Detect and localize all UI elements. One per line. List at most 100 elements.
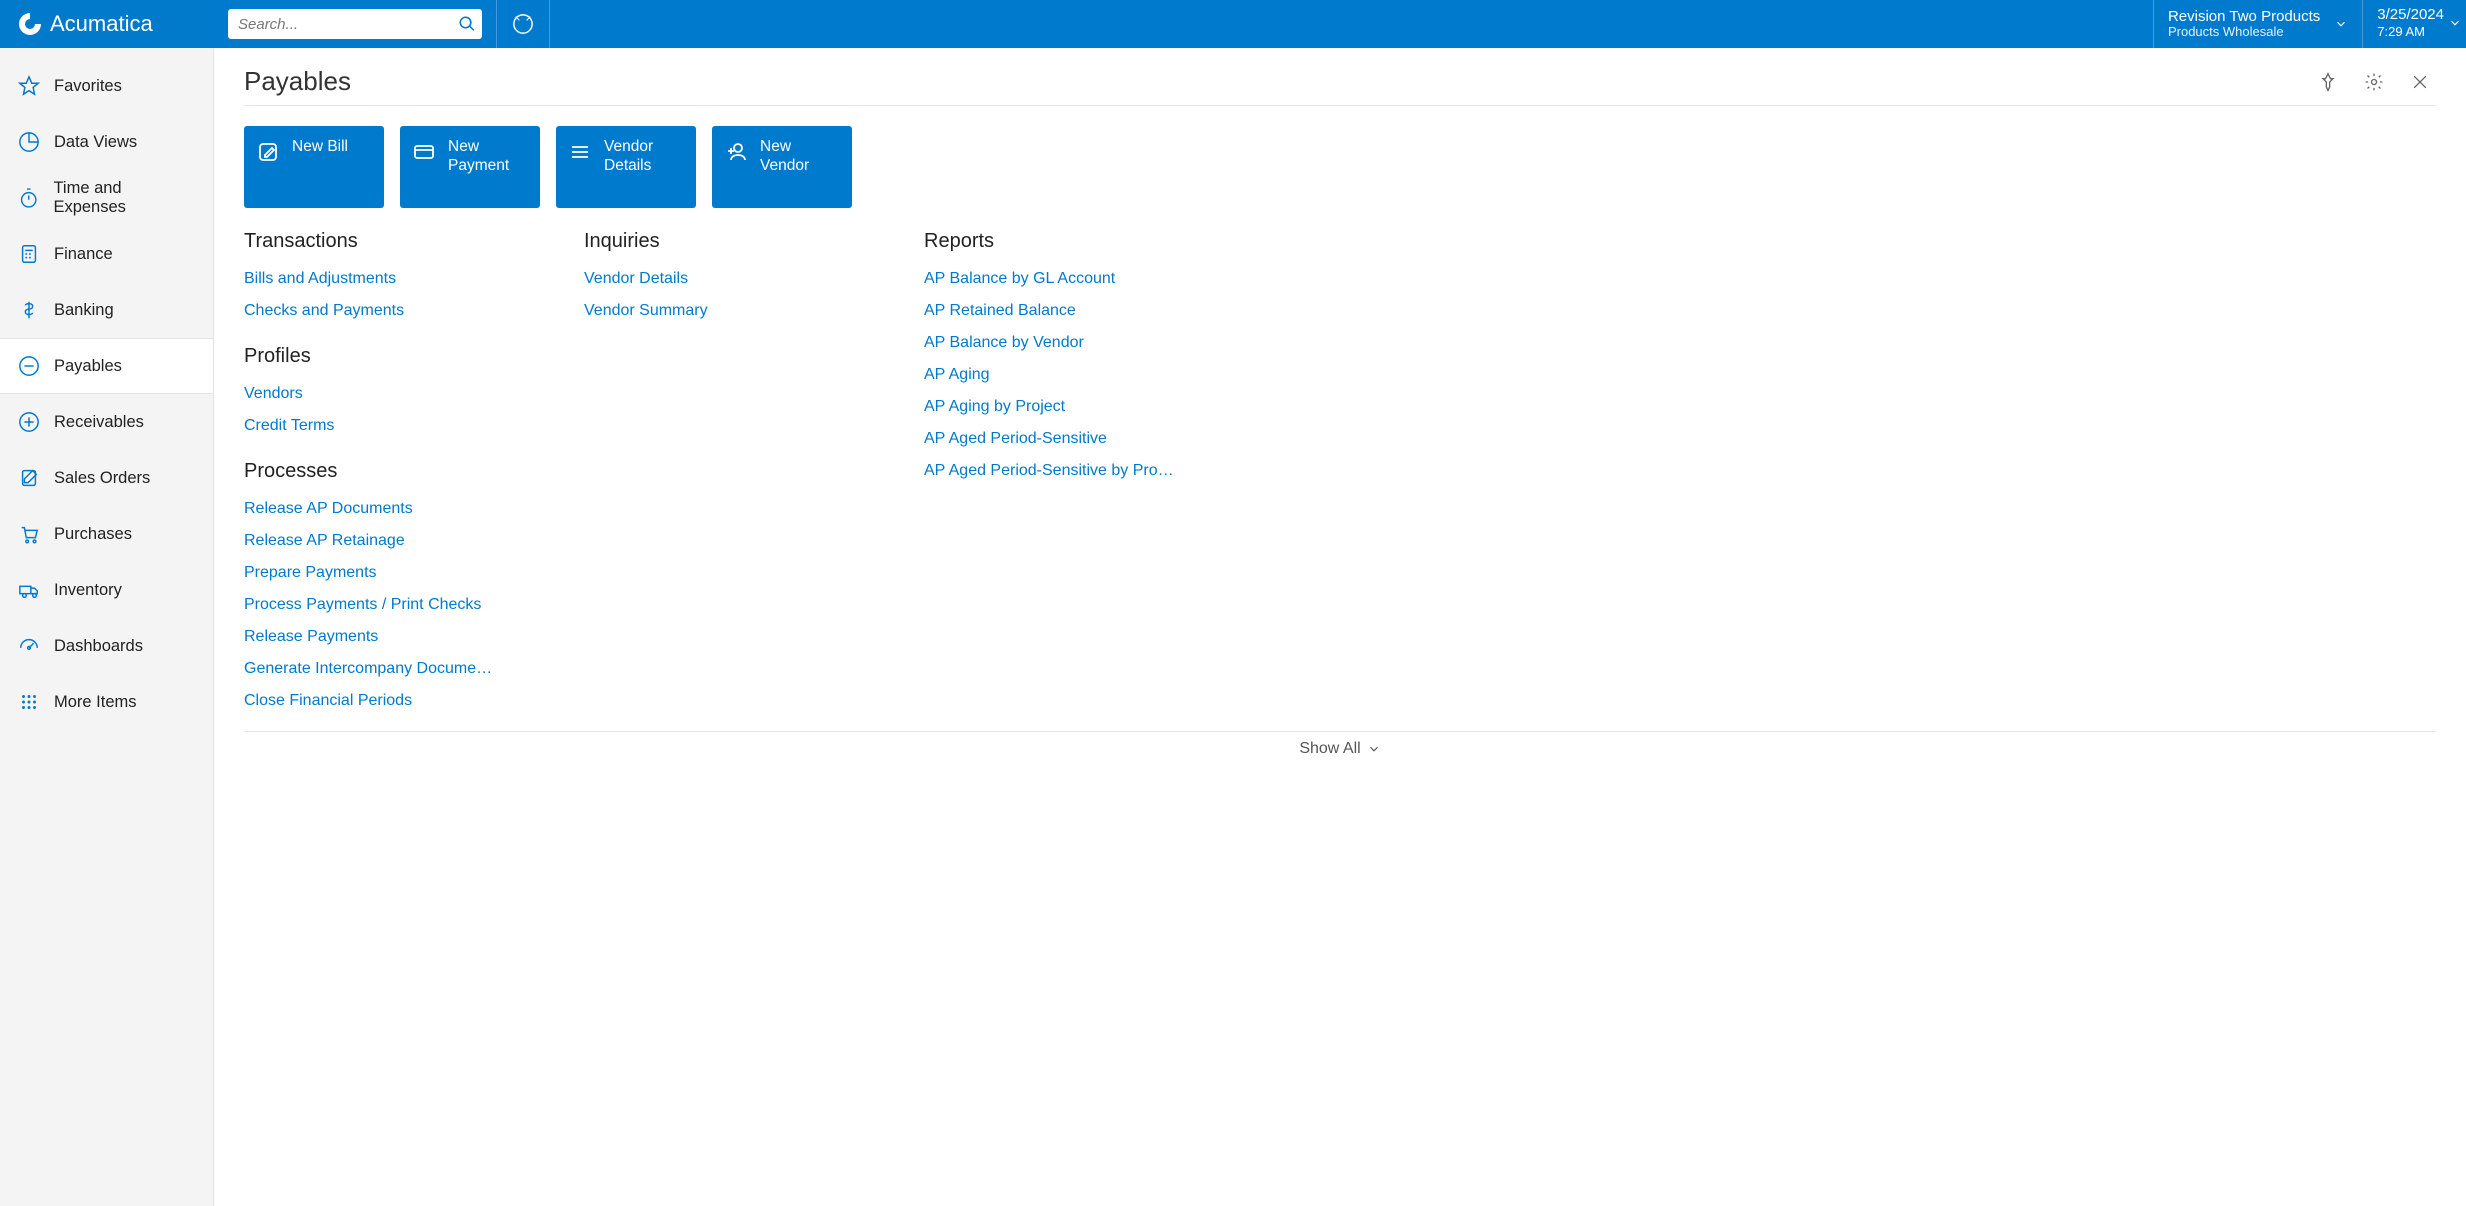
brand[interactable]: Acumatica bbox=[0, 0, 214, 48]
link[interactable]: Checks and Payments bbox=[244, 295, 504, 327]
link-columns: Transactions Bills and AdjustmentsChecks … bbox=[244, 230, 2436, 717]
link[interactable]: Release Payments bbox=[244, 621, 504, 653]
topbar: Acumatica Revision Two Products Products… bbox=[0, 0, 2466, 48]
clock-button[interactable] bbox=[497, 0, 549, 48]
tile-new-vendor[interactable]: New Vendor bbox=[712, 126, 852, 208]
link[interactable]: Vendor Summary bbox=[584, 295, 844, 327]
sidebar-item-more[interactable]: More Items bbox=[0, 674, 213, 730]
link[interactable]: AP Retained Balance bbox=[924, 295, 1184, 327]
tenant-lines: Revision Two Products Products Wholesale bbox=[2168, 8, 2320, 40]
star-icon bbox=[18, 75, 40, 97]
link[interactable]: AP Aged Period-Sensitive bbox=[924, 423, 1184, 455]
link[interactable]: AP Aging by Project bbox=[924, 391, 1184, 423]
sidebar-item-purchases[interactable]: Purchases bbox=[0, 506, 213, 562]
link[interactable]: AP Aging bbox=[924, 359, 1184, 391]
page-title: Payables bbox=[244, 66, 2318, 97]
list-icon bbox=[568, 140, 592, 164]
link[interactable]: Close Financial Periods bbox=[244, 685, 504, 717]
pie-icon bbox=[18, 131, 40, 153]
sidebar-item-sales-orders[interactable]: Sales Orders bbox=[0, 450, 213, 506]
search-icon[interactable] bbox=[458, 15, 476, 33]
sidebar-item-data-views[interactable]: Data Views bbox=[0, 114, 213, 170]
search-input[interactable] bbox=[238, 16, 458, 33]
sidebar-item-label: Inventory bbox=[54, 581, 122, 600]
gauge-icon bbox=[18, 635, 40, 657]
note-icon bbox=[18, 467, 40, 489]
pin-icon[interactable] bbox=[2318, 72, 2338, 92]
sidebar-item-time-expenses[interactable]: Time and Expenses bbox=[0, 170, 213, 226]
dollar-icon bbox=[18, 299, 40, 321]
plus-circle-icon bbox=[18, 411, 40, 433]
chevron-down-icon bbox=[2448, 16, 2462, 30]
card-icon bbox=[412, 140, 436, 164]
group-title: Transactions bbox=[244, 230, 544, 253]
link-column: ReportsAP Balance by GL AccountAP Retain… bbox=[924, 230, 1224, 487]
link[interactable]: AP Balance by Vendor bbox=[924, 327, 1184, 359]
sidebar-item-favorites[interactable]: Favorites bbox=[0, 58, 213, 114]
tenant-sub: Products Wholesale bbox=[2168, 25, 2320, 40]
link[interactable]: Vendor Details bbox=[584, 263, 844, 295]
link[interactable]: Prepare Payments bbox=[244, 557, 504, 589]
show-all-toggle[interactable]: Show All bbox=[244, 731, 2436, 772]
group-title: Processes bbox=[244, 460, 544, 483]
link[interactable]: AP Aged Period-Sensitive by Pro… bbox=[924, 455, 1184, 487]
link[interactable]: Process Payments / Print Checks bbox=[244, 589, 504, 621]
tenant-selector[interactable]: Revision Two Products Products Wholesale bbox=[2154, 0, 2362, 48]
head-actions bbox=[2318, 72, 2436, 92]
add-user-icon bbox=[724, 140, 748, 164]
tile-new-bill[interactable]: New Bill bbox=[244, 126, 384, 208]
sidebar-item-label: Payables bbox=[54, 357, 122, 376]
truck-icon bbox=[18, 579, 40, 601]
brand-text: Acumatica bbox=[50, 11, 153, 37]
tile-label: New Payment bbox=[448, 138, 528, 175]
tile-new-payment[interactable]: New Payment bbox=[400, 126, 540, 208]
sidebar-item-finance[interactable]: Finance bbox=[0, 226, 213, 282]
stopwatch-icon bbox=[18, 187, 39, 209]
minus-circle-icon bbox=[18, 355, 40, 377]
sidebar-item-label: Data Views bbox=[54, 133, 137, 152]
sidebar-item-receivables[interactable]: Receivables bbox=[0, 394, 213, 450]
group-title: Inquiries bbox=[584, 230, 884, 253]
gear-icon[interactable] bbox=[2364, 72, 2384, 92]
group-title: Profiles bbox=[244, 345, 544, 368]
tile-label: New Vendor bbox=[760, 138, 840, 175]
sidebar-item-inventory[interactable]: Inventory bbox=[0, 562, 213, 618]
brand-logo-icon bbox=[18, 12, 42, 36]
main: Payables New Bill New Payment Vendor Det… bbox=[214, 48, 2466, 1206]
sidebar-item-banking[interactable]: Banking bbox=[0, 282, 213, 338]
search-wrap bbox=[214, 0, 496, 48]
tiles: New Bill New Payment Vendor Details New … bbox=[244, 126, 2436, 208]
edit-icon bbox=[256, 140, 280, 164]
link[interactable]: Vendors bbox=[244, 378, 504, 410]
sidebar: Favorites Data Views Time and Expenses F… bbox=[0, 48, 214, 1206]
datetime[interactable]: 3/25/2024 7:29 AM bbox=[2363, 0, 2466, 48]
search-box[interactable] bbox=[228, 9, 482, 39]
link[interactable]: Release AP Documents bbox=[244, 493, 504, 525]
topbar-spacer bbox=[550, 0, 2153, 48]
sidebar-item-label: Favorites bbox=[54, 77, 122, 96]
sidebar-item-label: Banking bbox=[54, 301, 114, 320]
show-all-label: Show All bbox=[1299, 740, 1360, 758]
sidebar-item-label: Dashboards bbox=[54, 637, 143, 656]
tile-vendor-details[interactable]: Vendor Details bbox=[556, 126, 696, 208]
clock-icon bbox=[512, 13, 534, 35]
chevron-down-icon bbox=[1367, 742, 1381, 756]
grid-icon bbox=[18, 691, 40, 713]
sidebar-item-label: Purchases bbox=[54, 525, 132, 544]
link[interactable]: AP Balance by GL Account bbox=[924, 263, 1184, 295]
sidebar-item-label: Receivables bbox=[54, 413, 144, 432]
link[interactable]: Generate Intercompany Docume… bbox=[244, 653, 504, 685]
sidebar-item-label: More Items bbox=[54, 693, 137, 712]
date-label: 3/25/2024 bbox=[2377, 6, 2444, 24]
sidebar-item-payables[interactable]: Payables bbox=[0, 338, 213, 394]
link[interactable]: Credit Terms bbox=[244, 410, 504, 442]
link[interactable]: Release AP Retainage bbox=[244, 525, 504, 557]
link-column: Transactions Bills and AdjustmentsChecks … bbox=[244, 230, 544, 717]
sidebar-item-label: Time and Expenses bbox=[53, 179, 195, 217]
link[interactable]: Bills and Adjustments bbox=[244, 263, 504, 295]
sidebar-item-label: Sales Orders bbox=[54, 469, 150, 488]
chevron-down-icon bbox=[2334, 17, 2348, 31]
sidebar-item-dashboards[interactable]: Dashboards bbox=[0, 618, 213, 674]
close-icon[interactable] bbox=[2410, 72, 2430, 92]
tenant-name: Revision Two Products bbox=[2168, 8, 2320, 25]
